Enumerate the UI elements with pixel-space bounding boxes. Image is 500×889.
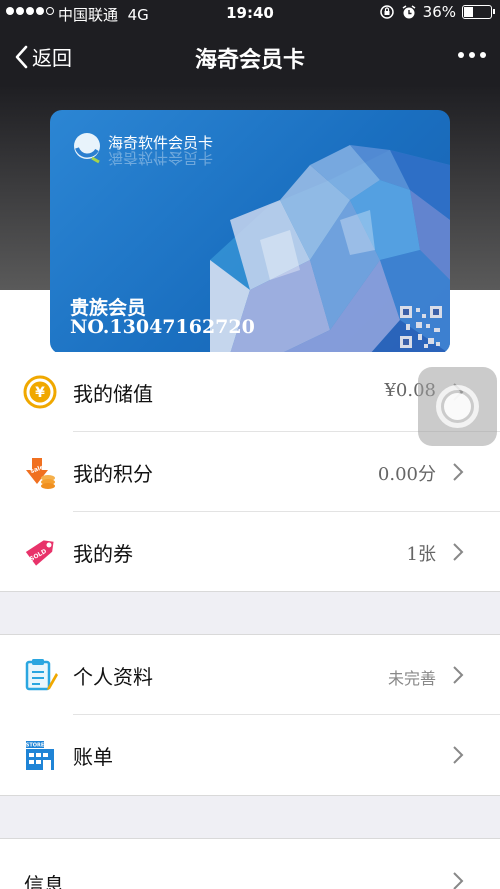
- assistive-touch-button[interactable]: [418, 367, 497, 446]
- menu-label: 我的积分: [73, 462, 153, 486]
- menu-label: 信息: [24, 873, 64, 889]
- points-amount: 0.00分: [377, 464, 436, 485]
- points-sale-icon: sale: [26, 458, 55, 489]
- coin-icon: ¥: [23, 375, 57, 409]
- battery-percent: 36%: [422, 3, 456, 21]
- coupon-tag-icon: SOLD: [25, 540, 54, 566]
- menu-item-bills[interactable]: STORE 账单: [0, 715, 500, 795]
- chevron-right-icon: [453, 746, 464, 764]
- menu-label: 个人资料: [73, 665, 153, 689]
- back-label: 返回: [32, 46, 72, 70]
- orientation-lock-icon: [379, 5, 394, 19]
- page-title: 海奇会员卡: [194, 48, 305, 73]
- menu-label: 我的储值: [73, 382, 153, 406]
- member-card[interactable]: 海奇软件会员卡 海奇软件会员卡 贵族会员 NO.13047162720: [50, 110, 450, 354]
- bill-store-icon: STORE: [26, 741, 54, 770]
- alarm-icon: [402, 5, 416, 19]
- status-bar: 中国联通 4G 19:40 36%: [0, 0, 500, 28]
- card-brand-reflection: 海奇软件会员卡: [108, 149, 214, 167]
- menu-label: 我的券: [73, 542, 133, 566]
- chevron-left-icon: [15, 45, 28, 68]
- card-number: NO.13047162720: [70, 316, 255, 338]
- brand-logo-icon: [74, 133, 100, 164]
- svg-text:¥: ¥: [35, 385, 45, 401]
- menu-item-coupons[interactable]: SOLD 我的券 1张: [0, 512, 500, 592]
- more-menu-button[interactable]: [458, 44, 486, 66]
- menu-item-messages[interactable]: 信息: [0, 839, 500, 889]
- back-button[interactable]: 返回: [14, 42, 72, 71]
- svg-text:STORE: STORE: [26, 743, 45, 749]
- battery-icon: [462, 5, 495, 19]
- chevron-right-icon: [453, 872, 464, 889]
- coupon-count: 1张: [406, 544, 436, 565]
- chevron-right-icon: [453, 666, 464, 684]
- chevron-right-icon: [453, 543, 464, 561]
- chevron-right-icon: [453, 463, 464, 481]
- menu-label: 账单: [73, 745, 113, 769]
- menu-item-profile[interactable]: 个人资料 未完善: [0, 635, 500, 715]
- profile-status: 未完善: [387, 669, 436, 688]
- navigation-bar: 返回 海奇会员卡: [0, 28, 500, 85]
- profile-clipboard-icon: [25, 659, 58, 691]
- qr-code-icon[interactable]: [398, 304, 444, 350]
